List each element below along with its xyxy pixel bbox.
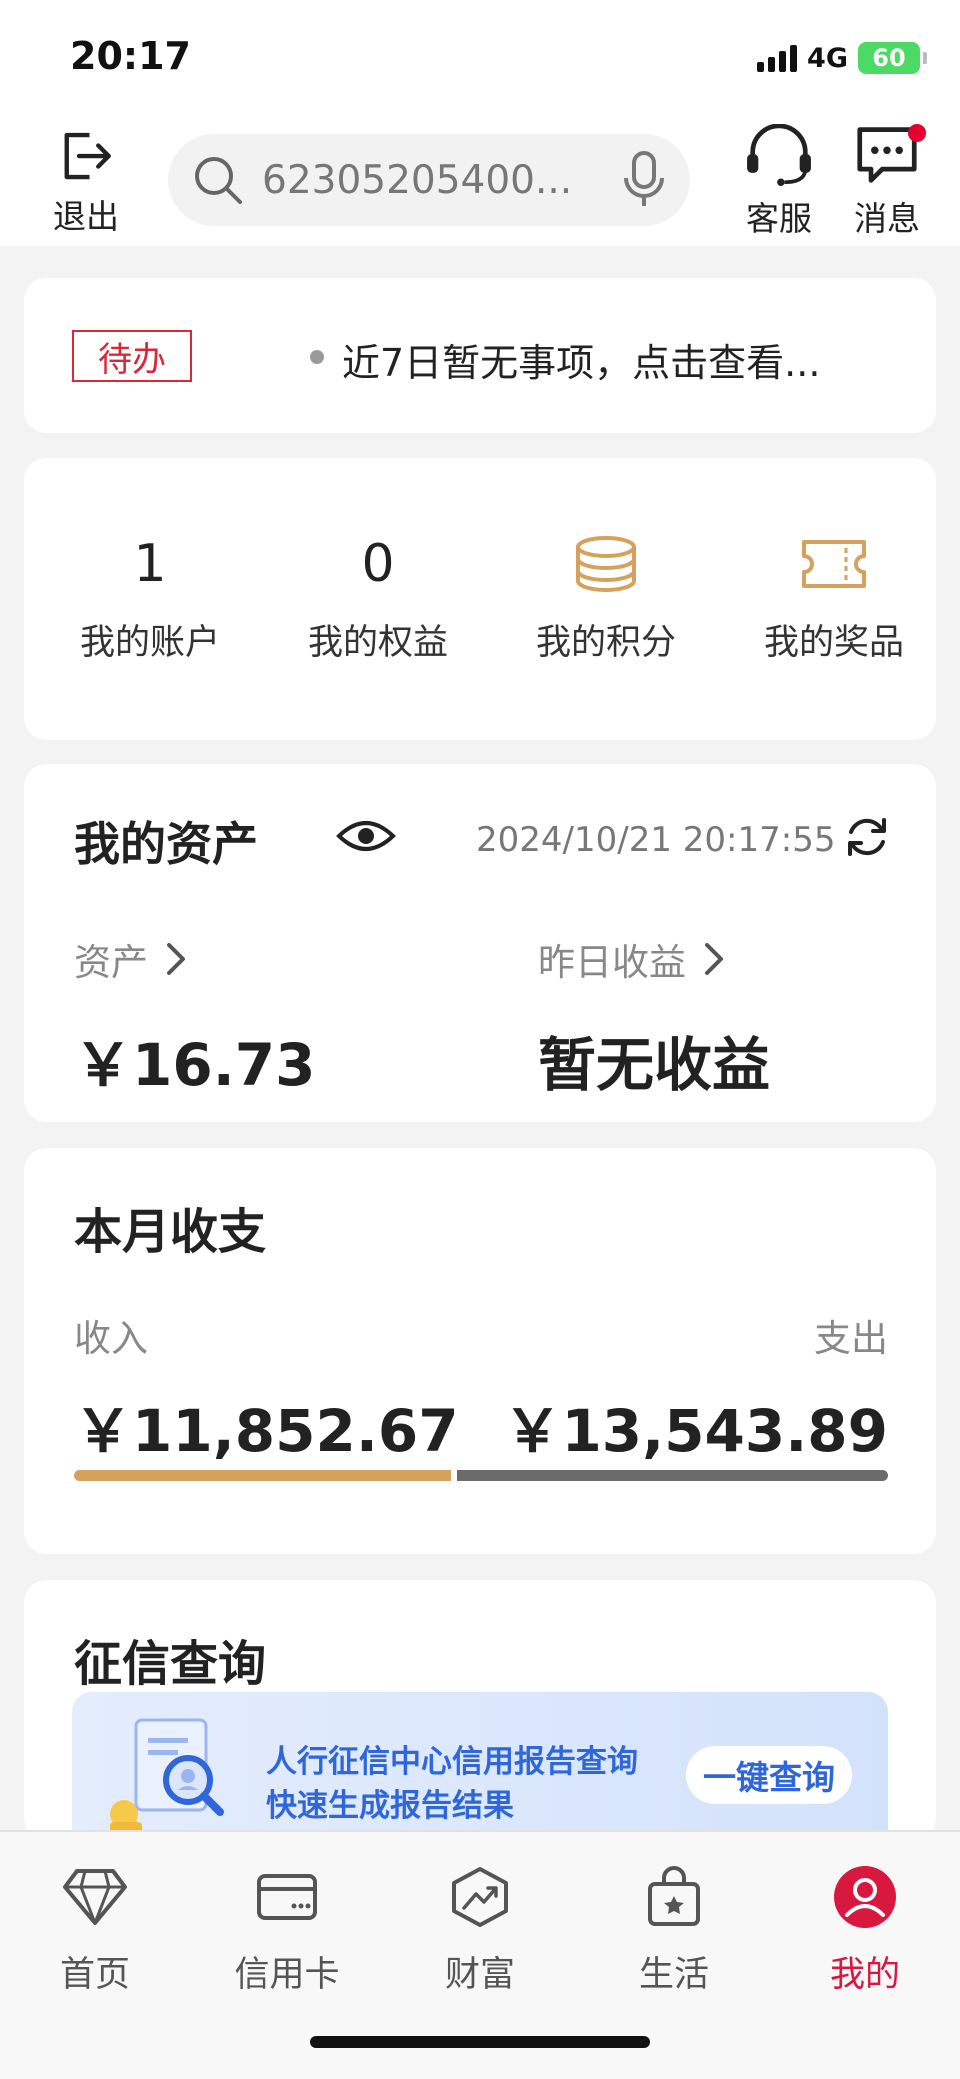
diamond-icon (61, 1862, 129, 1932)
ticket-icon (800, 528, 868, 600)
credit-query-card: 征信查询 人行征信中心信用报告查询 快速生成报告结果 一键查询 (24, 1580, 936, 1840)
income-expense-bar (74, 1470, 888, 1481)
accounts-label: 我的账户 (79, 623, 220, 663)
my-points-item[interactable]: 我的积分 (516, 528, 696, 688)
yield-label: 昨日收益 (538, 941, 686, 984)
tab-home[interactable]: 首页 (20, 1862, 170, 2002)
banner-line-1: 人行征信中心信用报告查询 (266, 1744, 638, 1780)
messages-button[interactable]: 消息 (842, 124, 932, 240)
yesterday-yield-link[interactable]: 昨日收益 (538, 932, 724, 986)
microphone-icon[interactable] (622, 150, 666, 210)
income-bar (74, 1470, 451, 1481)
refresh-icon[interactable] (844, 814, 890, 860)
battery-level: 60 (872, 44, 906, 72)
customer-service-button[interactable]: 客服 (734, 124, 824, 240)
exit-button[interactable]: 退出 (46, 128, 126, 238)
assets-amount: ￥16.73 (74, 1031, 316, 1099)
bag-icon (646, 1862, 702, 1932)
tab-mine-label: 我的 (829, 1955, 900, 1995)
search-text: 62305205400... (262, 157, 573, 203)
status-indicators: 4G 60 (757, 40, 927, 76)
tab-life-label: 生活 (638, 1955, 709, 1995)
monthly-summary-card[interactable]: 本月收支 收入 支出 ￥11,852.67 ￥13,543.89 (24, 1148, 936, 1554)
expense-label: 支出 (814, 1317, 888, 1360)
one-click-query-button[interactable]: 一键查询 (686, 1746, 852, 1804)
tab-home-label: 首页 (59, 1955, 130, 1995)
tab-life[interactable]: 生活 (599, 1862, 749, 2002)
monthly-title: 本月收支 (74, 1204, 267, 1260)
benefits-count: 0 (361, 534, 395, 594)
todo-card[interactable]: 待办 近7日暂无事项，点击查看... (24, 278, 936, 433)
expense-bar (457, 1470, 888, 1481)
eye-icon[interactable] (336, 816, 396, 856)
credit-report-banner[interactable]: 人行征信中心信用报告查询 快速生成报告结果 一键查询 (72, 1692, 888, 1840)
exit-label: 退出 (53, 197, 119, 236)
todo-tag: 待办 (72, 330, 192, 382)
coins-icon (574, 528, 638, 600)
points-label: 我的积分 (535, 623, 676, 663)
tab-mine[interactable]: 我的 (790, 1862, 940, 2002)
benefits-label: 我的权益 (307, 623, 448, 663)
expense-amount: ￥13,543.89 (503, 1397, 888, 1465)
tab-credit-card[interactable]: 信用卡 (212, 1862, 362, 2002)
assets-timestamp: 2024/10/21 20:17:55 (476, 820, 836, 860)
headset-icon (747, 124, 811, 186)
tab-credit-card-label: 信用卡 (234, 1955, 340, 1995)
chevron-right-icon (167, 943, 185, 975)
status-time: 20:17 (70, 34, 191, 78)
my-accounts-item[interactable]: 1 我的账户 (60, 528, 240, 688)
assets-title: 我的资产 (74, 817, 258, 871)
exit-icon (64, 132, 111, 180)
income-label: 收入 (74, 1317, 148, 1360)
tab-wealth[interactable]: 财富 (405, 1862, 555, 2002)
status-bar: 20:17 4G 60 (0, 0, 960, 118)
assets-link[interactable]: 资产 (74, 932, 186, 986)
signal-icon (757, 44, 798, 72)
card-icon (256, 1862, 318, 1932)
network-type: 4G (807, 42, 848, 74)
chevron-right-icon (705, 943, 723, 975)
my-benefits-item[interactable]: 0 我的权益 (288, 528, 468, 688)
income-amount: ￥11,852.67 (74, 1397, 459, 1465)
messages-label: 消息 (854, 199, 920, 238)
prizes-label: 我的奖品 (763, 623, 904, 663)
credit-title: 征信查询 (74, 1636, 267, 1692)
yield-amount: 暂无收益 (538, 1031, 771, 1099)
accounts-count: 1 (133, 534, 167, 594)
search-input[interactable]: 62305205400... (168, 134, 690, 226)
banner-line-2: 快速生成报告结果 (266, 1788, 514, 1824)
search-icon (195, 157, 242, 204)
tab-wealth-label: 财富 (444, 1955, 515, 1995)
quick-access-card: 1 我的账户 0 我的权益 我的积分 我的奖品 (24, 458, 936, 740)
bullet-dot (310, 350, 324, 364)
top-header: 退出 62305205400... 客服 消息 (0, 118, 960, 246)
home-indicator (310, 2036, 650, 2048)
assets-label: 资产 (74, 941, 148, 984)
unread-badge (908, 124, 926, 142)
credit-report-illustration (110, 1718, 224, 1834)
wealth-icon (450, 1862, 510, 1932)
user-icon (833, 1862, 897, 1932)
todo-text: 近7日暂无事项，点击查看... (342, 341, 821, 385)
customer-service-label: 客服 (746, 199, 812, 238)
my-assets-card: 我的资产 2024/10/21 20:17:55 资产 ￥16.73 昨日收益 … (24, 764, 936, 1122)
battery-icon: 60 (858, 42, 927, 74)
my-prizes-item[interactable]: 我的奖品 (744, 528, 924, 688)
